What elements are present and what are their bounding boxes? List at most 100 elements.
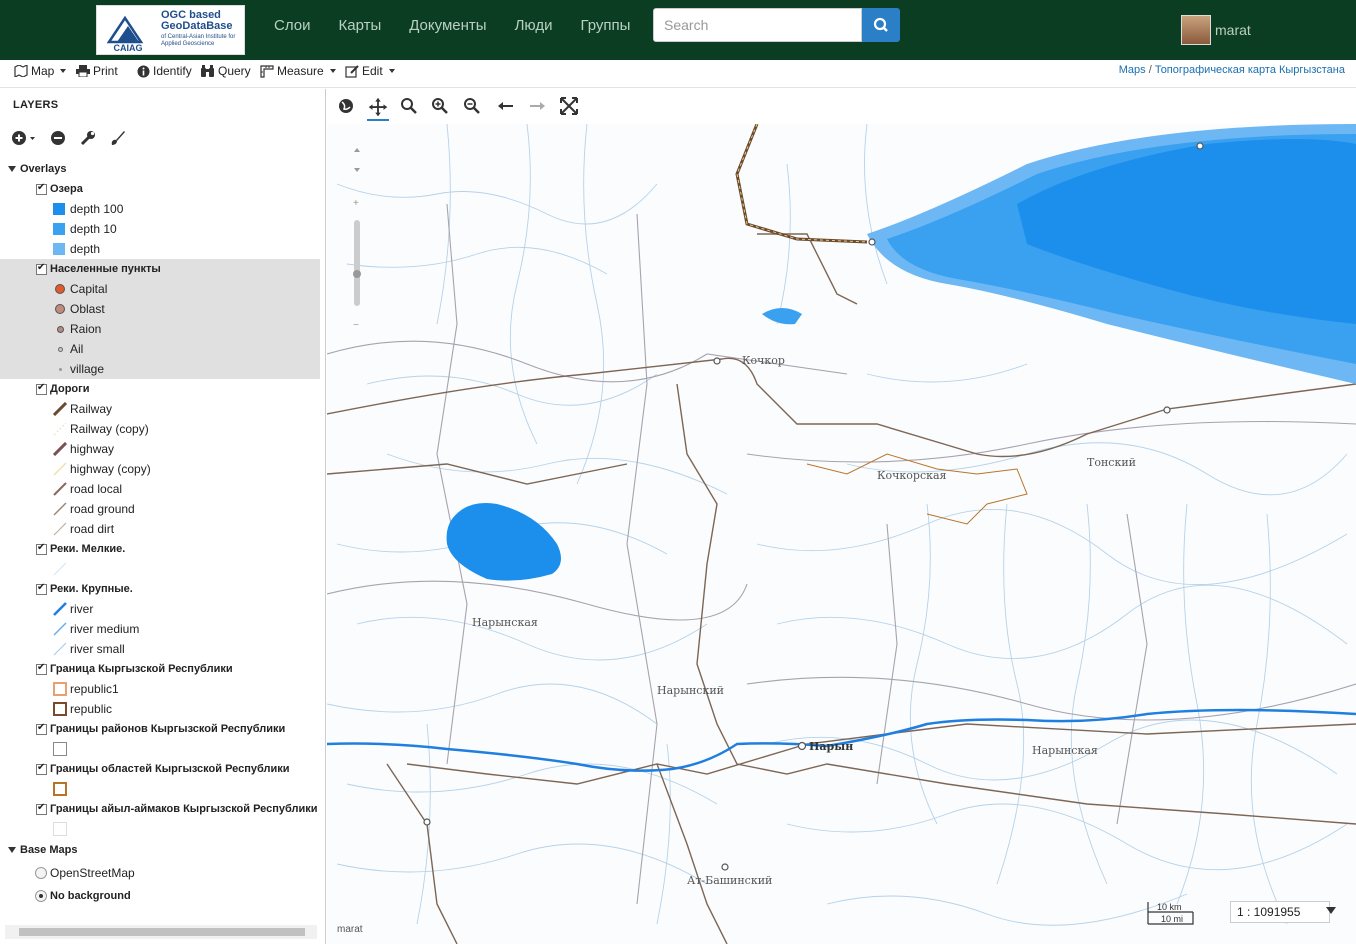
top-navbar: CAIAG OGC based GeoDataBase of Central-A… bbox=[0, 0, 1356, 60]
nav-groups[interactable]: Группы bbox=[580, 17, 630, 34]
layer-group-settlements[interactable]: Населенные пункты bbox=[0, 259, 320, 279]
map-label: Ат-Башинский bbox=[687, 874, 772, 887]
identify-label: Identify bbox=[153, 64, 192, 78]
nav-layers[interactable]: Слои bbox=[274, 17, 310, 34]
chevron-down-icon[interactable] bbox=[1326, 907, 1336, 915]
legend-item: highway (copy) bbox=[0, 459, 320, 479]
legend-label: Capital bbox=[70, 282, 108, 296]
nav-people[interactable]: Люди bbox=[515, 17, 553, 34]
legend-label: river bbox=[70, 602, 94, 616]
map-label: Кочкор bbox=[742, 354, 785, 367]
zoom-slider-icon[interactable]: + − bbox=[350, 142, 364, 332]
legend-swatch bbox=[53, 622, 67, 636]
base-option-label: OpenStreetMap bbox=[50, 865, 135, 880]
print-button[interactable]: Print bbox=[76, 64, 118, 78]
radio-osm[interactable] bbox=[35, 866, 47, 879]
base-maps-label: Base Maps bbox=[20, 844, 78, 856]
legend-label: road ground bbox=[70, 502, 135, 516]
scrollbar-thumb[interactable] bbox=[19, 928, 305, 936]
base-option-osm[interactable]: OpenStreetMap bbox=[0, 861, 320, 884]
legend-swatch bbox=[53, 602, 67, 616]
legend-item: river bbox=[0, 599, 320, 619]
breadcrumb-current[interactable]: Топографическая карта Кыргызстана bbox=[1155, 64, 1345, 76]
legend-label: river medium bbox=[70, 622, 140, 636]
layer-checkbox[interactable] bbox=[36, 762, 47, 775]
layer-checkbox[interactable] bbox=[36, 382, 47, 395]
zoom-in-icon[interactable] bbox=[431, 97, 449, 115]
expand-icon[interactable] bbox=[8, 847, 16, 853]
logo-subtitle: of Central-Asian Institute for Applied G… bbox=[161, 34, 236, 47]
identify-button[interactable]: Identify bbox=[137, 64, 192, 78]
pan-icon[interactable] bbox=[367, 97, 389, 121]
layer-name: Населенные пункты bbox=[50, 263, 161, 275]
forward-arrow-icon[interactable] bbox=[528, 97, 546, 115]
legend-swatch bbox=[55, 284, 65, 294]
layer-group-roads[interactable]: Дороги bbox=[0, 379, 320, 399]
layer-checkbox[interactable] bbox=[36, 662, 47, 675]
legend-item: republic bbox=[0, 699, 320, 719]
nav-maps[interactable]: Карты bbox=[338, 17, 381, 34]
wrench-icon[interactable] bbox=[80, 130, 96, 146]
search-button[interactable] bbox=[862, 8, 900, 42]
zoom-control[interactable]: + − bbox=[350, 142, 364, 335]
layer-checkbox[interactable] bbox=[36, 182, 47, 195]
overlays-node[interactable]: Overlays bbox=[0, 159, 320, 179]
scale-ratio-select[interactable]: 1 : 1091955 bbox=[1230, 901, 1330, 923]
legend-swatch bbox=[53, 642, 67, 656]
layer-checkbox[interactable] bbox=[36, 722, 47, 735]
layer-group-small-rivers[interactable]: Реки. Мелкие. bbox=[0, 539, 320, 559]
map-attribution: marat bbox=[337, 924, 363, 935]
legend-swatch bbox=[53, 402, 67, 416]
layer-group-republic-border[interactable]: Граница Кыргызской Республики bbox=[0, 659, 320, 679]
globe-icon[interactable] bbox=[337, 97, 355, 115]
legend-label: Railway (copy) bbox=[70, 422, 149, 436]
query-button[interactable]: Query bbox=[200, 64, 251, 78]
user-menu[interactable]: marat bbox=[1181, 15, 1251, 45]
binoculars-icon bbox=[201, 64, 214, 77]
expand-icon[interactable] bbox=[8, 166, 16, 172]
legend-label: Ail bbox=[70, 342, 84, 356]
legend-item bbox=[0, 559, 320, 579]
zoom-out-icon[interactable] bbox=[463, 97, 481, 115]
search-input[interactable]: Search bbox=[653, 8, 862, 42]
legend-swatch bbox=[53, 243, 65, 255]
layer-group-lakes[interactable]: Озера bbox=[0, 179, 320, 199]
remove-layer-icon[interactable] bbox=[50, 130, 66, 146]
panel-scrollbar[interactable] bbox=[5, 925, 317, 939]
map-menu-button[interactable]: Map bbox=[14, 64, 67, 78]
ruler-icon bbox=[260, 64, 274, 78]
base-maps-node[interactable]: Base Maps bbox=[0, 839, 320, 861]
layer-group-aiyl-borders[interactable]: Границы айыл-аймаков Кыргызской Республи… bbox=[0, 799, 320, 819]
zoom-box-icon[interactable] bbox=[400, 97, 418, 115]
legend-swatch bbox=[53, 462, 67, 476]
measure-button[interactable]: Measure bbox=[260, 64, 336, 78]
layer-group-big-rivers[interactable]: Реки. Крупные. bbox=[0, 579, 320, 599]
layer-name: Границы районов Кыргызской Республики bbox=[50, 723, 286, 735]
legend-swatch bbox=[53, 442, 67, 456]
avatar bbox=[1181, 15, 1211, 45]
layer-group-district-borders[interactable]: Границы районов Кыргызской Республики bbox=[0, 719, 320, 739]
layer-checkbox[interactable] bbox=[36, 542, 47, 555]
edit-button[interactable]: Edit bbox=[345, 64, 395, 78]
breadcrumb: Maps / Топографическая карта Кыргызстана bbox=[1119, 64, 1345, 76]
logo[interactable]: CAIAG OGC based GeoDataBase of Central-A… bbox=[96, 5, 245, 55]
legend-item: depth 10 bbox=[0, 219, 320, 239]
breadcrumb-maps-link[interactable]: Maps bbox=[1119, 64, 1146, 76]
radio-none[interactable] bbox=[35, 889, 47, 902]
legend-item bbox=[0, 819, 320, 839]
map-tools bbox=[327, 89, 1356, 124]
legend-label: Oblast bbox=[70, 302, 105, 316]
layer-checkbox[interactable] bbox=[36, 262, 47, 275]
back-arrow-icon[interactable] bbox=[497, 97, 515, 115]
fullscreen-icon[interactable] bbox=[560, 97, 578, 115]
map-label: Нарын bbox=[809, 740, 853, 753]
layer-checkbox[interactable] bbox=[36, 802, 47, 815]
nav-documents[interactable]: Документы bbox=[409, 17, 486, 34]
map-canvas[interactable]: Кочкор Кочкорская Нарынская Нарынская На… bbox=[327, 124, 1356, 944]
base-option-none[interactable]: No background bbox=[0, 884, 320, 907]
edit-label: Edit bbox=[362, 64, 383, 78]
add-layer-icon[interactable] bbox=[12, 130, 36, 146]
brush-icon[interactable] bbox=[110, 130, 126, 146]
layer-checkbox[interactable] bbox=[36, 582, 47, 595]
layer-group-oblast-borders[interactable]: Границы областей Кыргызской Республики bbox=[0, 759, 320, 779]
